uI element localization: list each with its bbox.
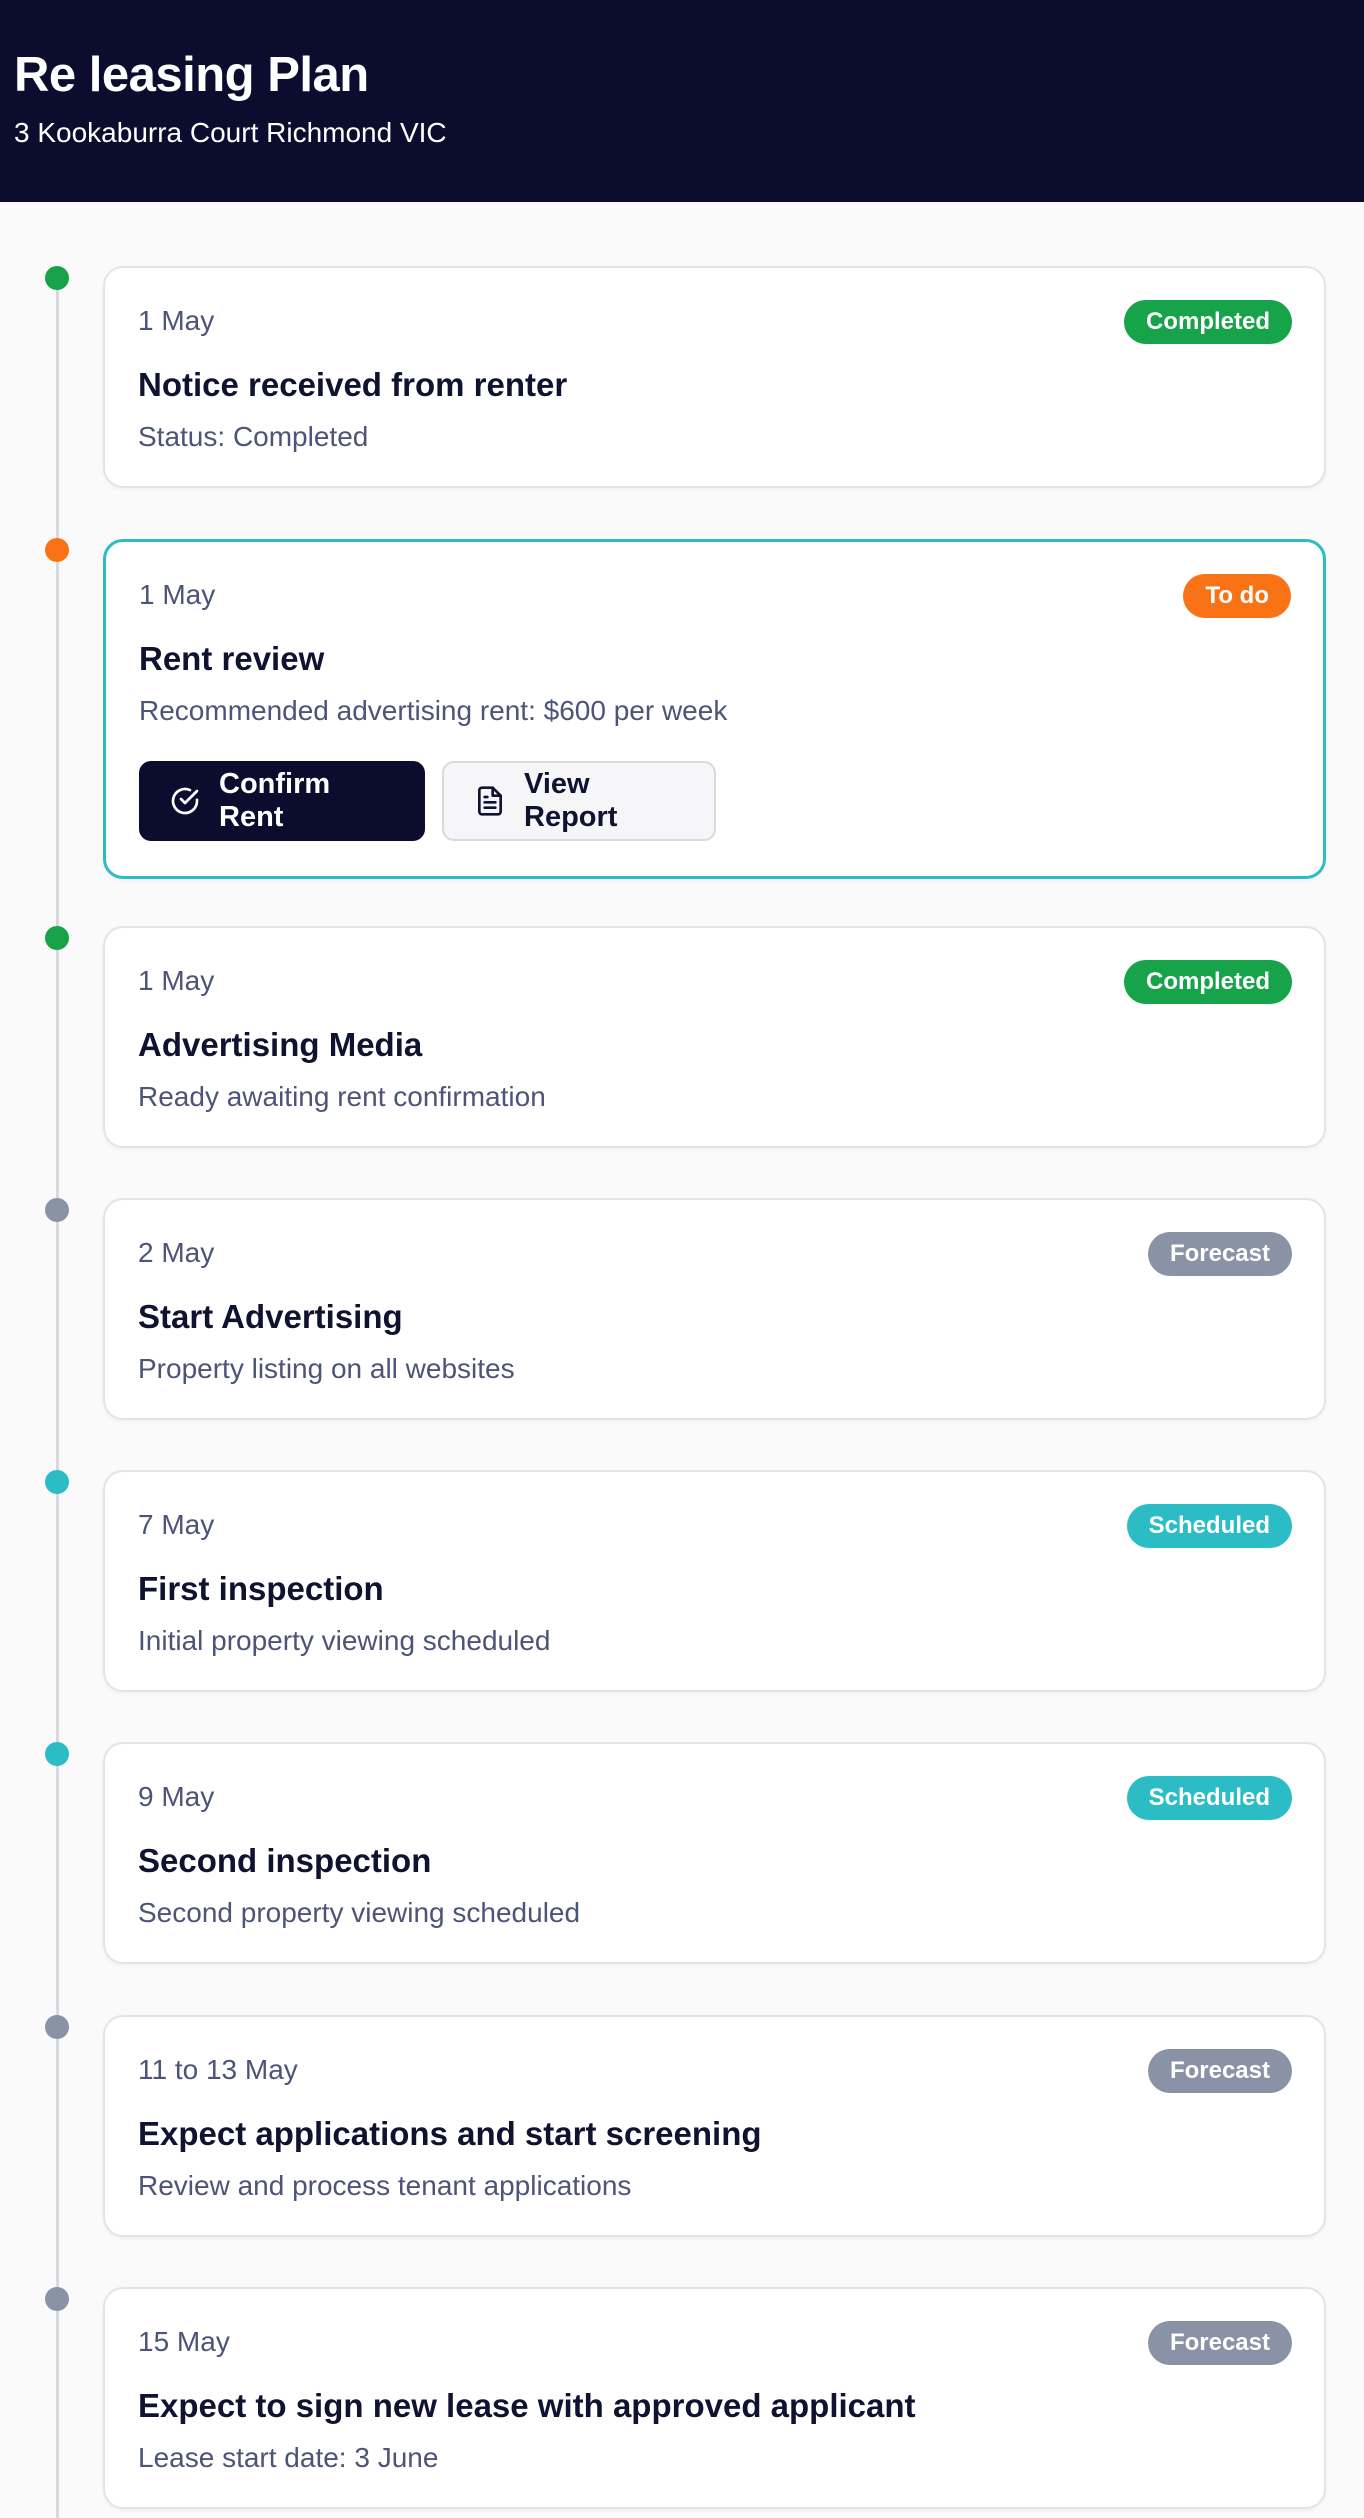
step-date: 1 May bbox=[138, 305, 215, 336]
step-date: 11 to 13 May bbox=[138, 2054, 298, 2085]
step-description: Initial property viewing scheduled bbox=[138, 1625, 551, 1656]
timeline-card-notice-received: 1 May Completed Notice received from ren… bbox=[103, 266, 1326, 488]
step-description: Property listing on all websites bbox=[138, 1353, 515, 1384]
step-date: 7 May bbox=[138, 1509, 215, 1540]
confirm-rent-label: Confirm Rent bbox=[219, 768, 331, 833]
step-date: 15 May bbox=[138, 2326, 230, 2357]
status-badge-scheduled: Scheduled bbox=[1126, 1504, 1292, 1548]
step-description: Recommended advertising rent: $600 per w… bbox=[139, 695, 728, 726]
step-date: 2 May bbox=[138, 1237, 215, 1268]
step-date: 1 May bbox=[139, 579, 216, 610]
status-badge-forecast: Forecast bbox=[1147, 2321, 1292, 2365]
step-description: Lease start date: 3 June bbox=[138, 2442, 439, 2473]
timeline-dot-forecast bbox=[45, 2015, 69, 2039]
step-title: Start Advertising bbox=[138, 1298, 403, 1335]
check-circle-icon bbox=[169, 785, 201, 817]
timeline-line bbox=[56, 278, 59, 2518]
step-title: Expect to sign new lease with approved a… bbox=[138, 2387, 916, 2424]
status-badge-todo: To do bbox=[1183, 574, 1291, 618]
step-title: First inspection bbox=[138, 1570, 384, 1607]
property-address: 3 Kookaburra Court Richmond VIC bbox=[14, 117, 447, 148]
confirm-rent-button[interactable]: Confirm Rent bbox=[139, 761, 425, 841]
step-title: Advertising Media bbox=[138, 1026, 423, 1063]
status-badge-completed: Completed bbox=[1123, 300, 1292, 344]
view-report-button[interactable]: View Report bbox=[442, 761, 716, 841]
step-title: Rent review bbox=[139, 640, 325, 677]
step-date: 1 May bbox=[138, 965, 215, 996]
step-description: Ready awaiting rent confirmation bbox=[138, 1081, 546, 1112]
timeline-card-advertising-media: 1 May Completed Advertising Media Ready … bbox=[103, 926, 1326, 1148]
status-badge-scheduled: Scheduled bbox=[1126, 1776, 1292, 1820]
status-badge-forecast: Forecast bbox=[1147, 2049, 1292, 2093]
document-icon bbox=[474, 785, 506, 817]
timeline-card-expect-applications: 11 to 13 May Forecast Expect application… bbox=[103, 2015, 1326, 2237]
timeline-card-start-advertising: 2 May Forecast Start Advertising Propert… bbox=[103, 1198, 1326, 1420]
status-badge-completed: Completed bbox=[1123, 960, 1292, 1004]
timeline-dot-scheduled bbox=[45, 1742, 69, 1766]
view-report-label: View Report bbox=[524, 768, 618, 833]
step-title: Second inspection bbox=[138, 1842, 432, 1879]
step-description: Second property viewing scheduled bbox=[138, 1897, 581, 1928]
step-description: Status: Completed bbox=[138, 421, 369, 452]
timeline-card-rent-review: 1 May To do Rent review Recommended adve… bbox=[103, 539, 1326, 879]
timeline-dot-completed bbox=[45, 266, 69, 290]
timeline-card-first-inspection: 7 May Scheduled First inspection Initial… bbox=[103, 1470, 1326, 1692]
step-description: Review and process tenant applications bbox=[138, 2170, 632, 2201]
step-title: Expect applications and start screening bbox=[138, 2115, 762, 2152]
timeline-card-second-inspection: 9 May Scheduled Second inspection Second… bbox=[103, 1742, 1326, 1964]
step-date: 9 May bbox=[138, 1781, 215, 1812]
timeline-card-sign-lease: 15 May Forecast Expect to sign new lease… bbox=[103, 2287, 1326, 2509]
page-title: Re leasing Plan bbox=[14, 48, 369, 102]
step-title: Notice received from renter bbox=[138, 366, 568, 403]
timeline-dot-scheduled bbox=[45, 1470, 69, 1494]
timeline-dot-forecast bbox=[45, 2287, 69, 2311]
status-badge-forecast: Forecast bbox=[1147, 1232, 1292, 1276]
page-header: Re leasing Plan 3 Kookaburra Court Richm… bbox=[0, 0, 1364, 202]
timeline-dot-forecast bbox=[45, 1198, 69, 1222]
timeline-dot-todo bbox=[45, 538, 69, 562]
timeline-dot-completed bbox=[45, 926, 69, 950]
